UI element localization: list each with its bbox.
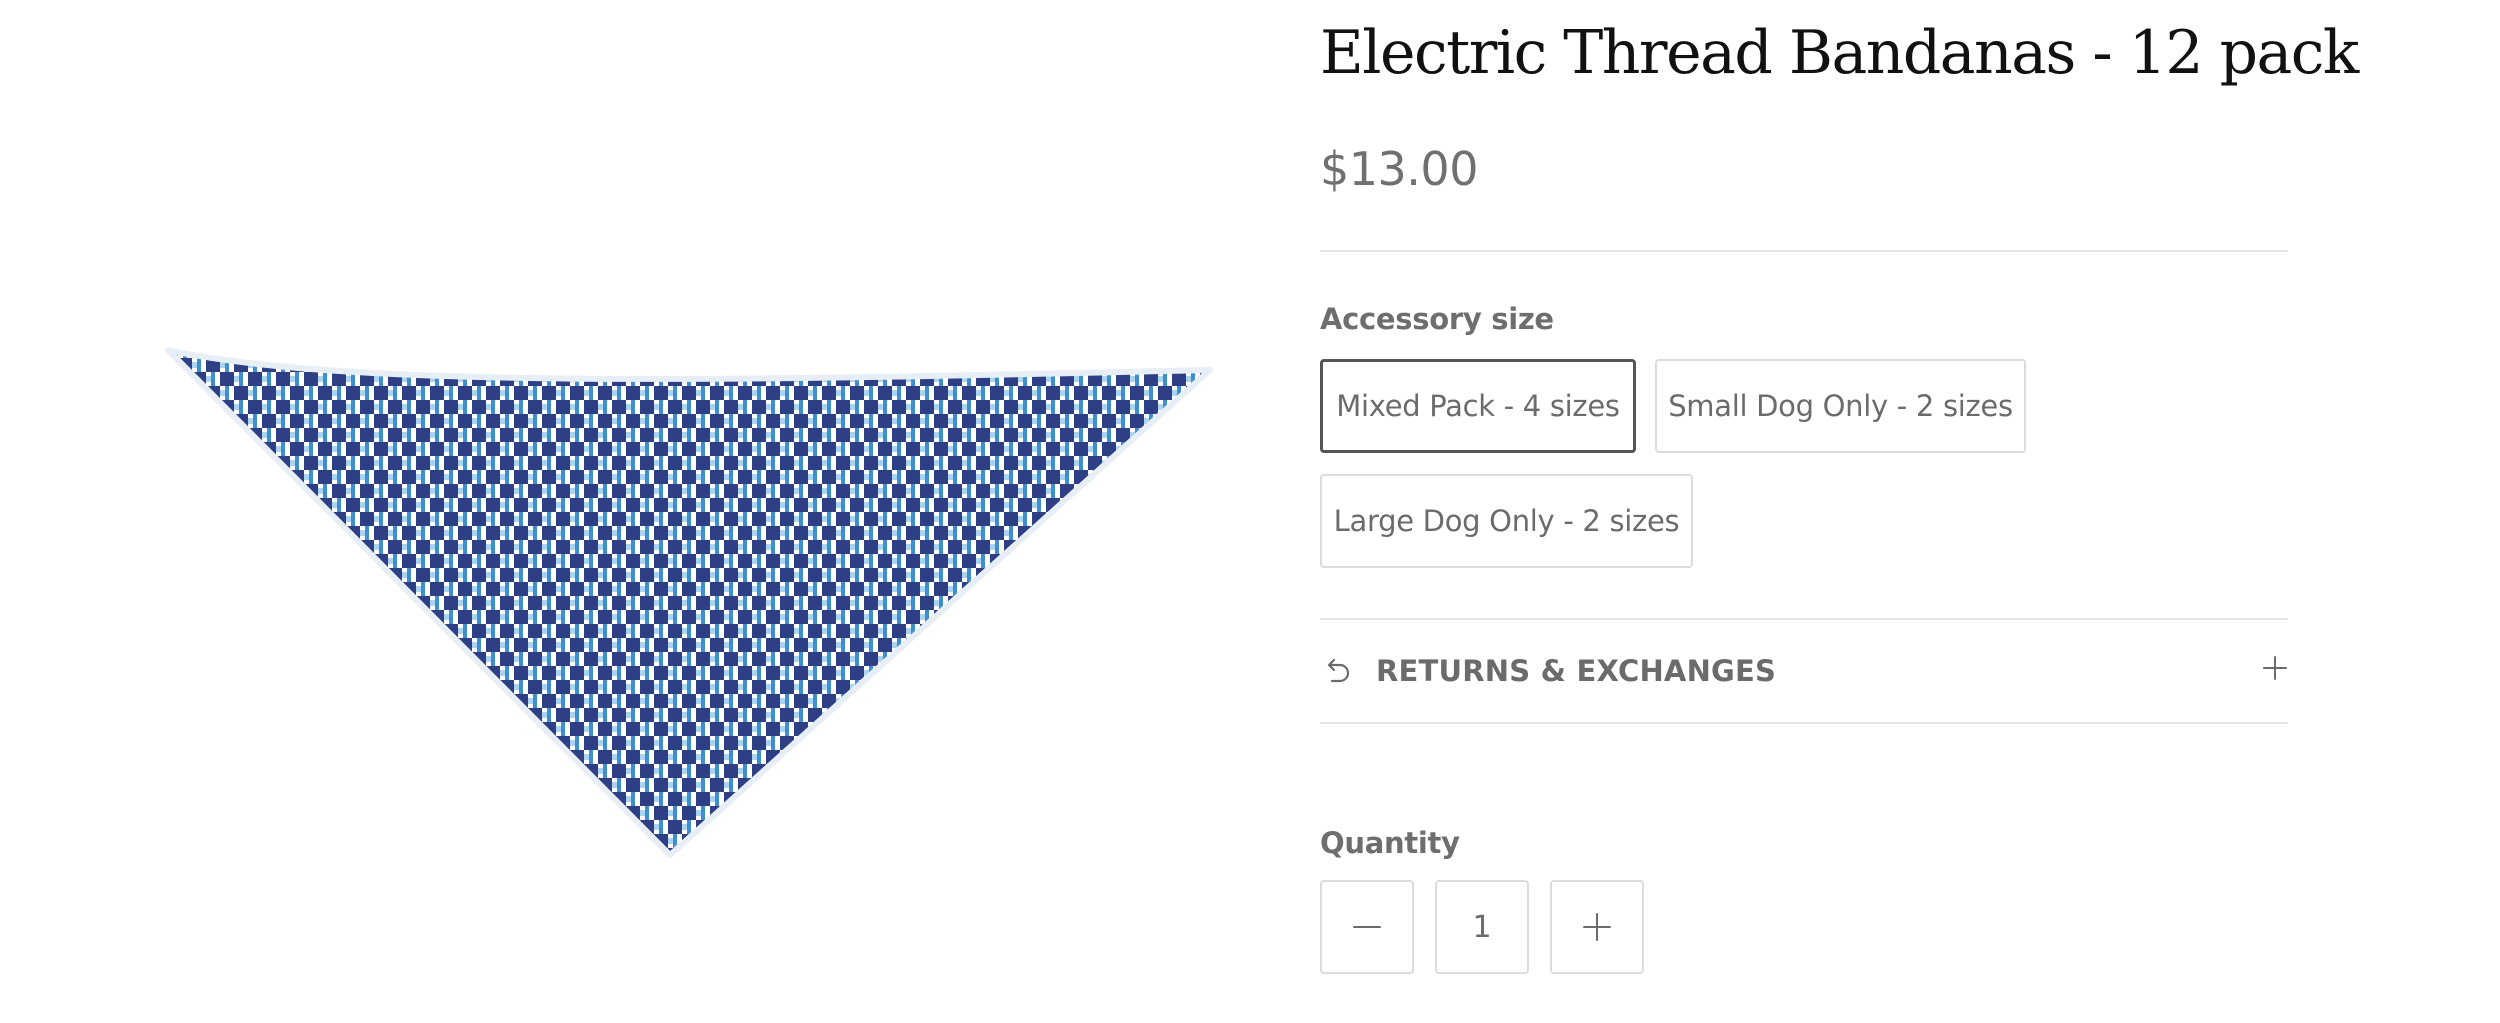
product-price: $13.00 — [1320, 142, 1478, 196]
quantity-increase-button[interactable] — [1550, 880, 1644, 974]
accessory-size-label: Accessory size — [1320, 302, 1554, 336]
product-image[interactable] — [150, 330, 1220, 860]
returns-exchanges-accordion[interactable]: RETURNS & EXCHANGES — [1320, 619, 2288, 723]
minus-icon — [1353, 926, 1381, 928]
quantity-value[interactable]: 1 — [1472, 910, 1491, 945]
product-title: Electric Thread Bandanas - 12 pack — [1320, 18, 2359, 88]
quantity-stepper[interactable]: 1 — [1435, 880, 1529, 974]
plus-icon[interactable] — [2262, 655, 2288, 681]
product-page: Electric Thread Bandanas - 12 pack $13.0… — [0, 0, 2500, 1023]
accordion-bottom-divider — [1320, 722, 2288, 724]
plus-icon — [1583, 913, 1611, 941]
quantity-decrease-button[interactable] — [1320, 880, 1414, 974]
return-arrow-icon — [1327, 658, 1350, 683]
variant-mixed-pack-button[interactable]: Mixed Pack - 4 sizes — [1320, 359, 1636, 453]
variant-large-dog-button[interactable]: Large Dog Only - 2 sizes — [1320, 474, 1693, 568]
price-divider — [1320, 250, 2288, 252]
bandana-image — [165, 347, 1213, 858]
quantity-label: Quantity — [1320, 826, 1460, 860]
variant-small-dog-button[interactable]: Small Dog Only - 2 sizes — [1655, 359, 2026, 453]
accordion-label: RETURNS & EXCHANGES — [1376, 654, 1777, 688]
